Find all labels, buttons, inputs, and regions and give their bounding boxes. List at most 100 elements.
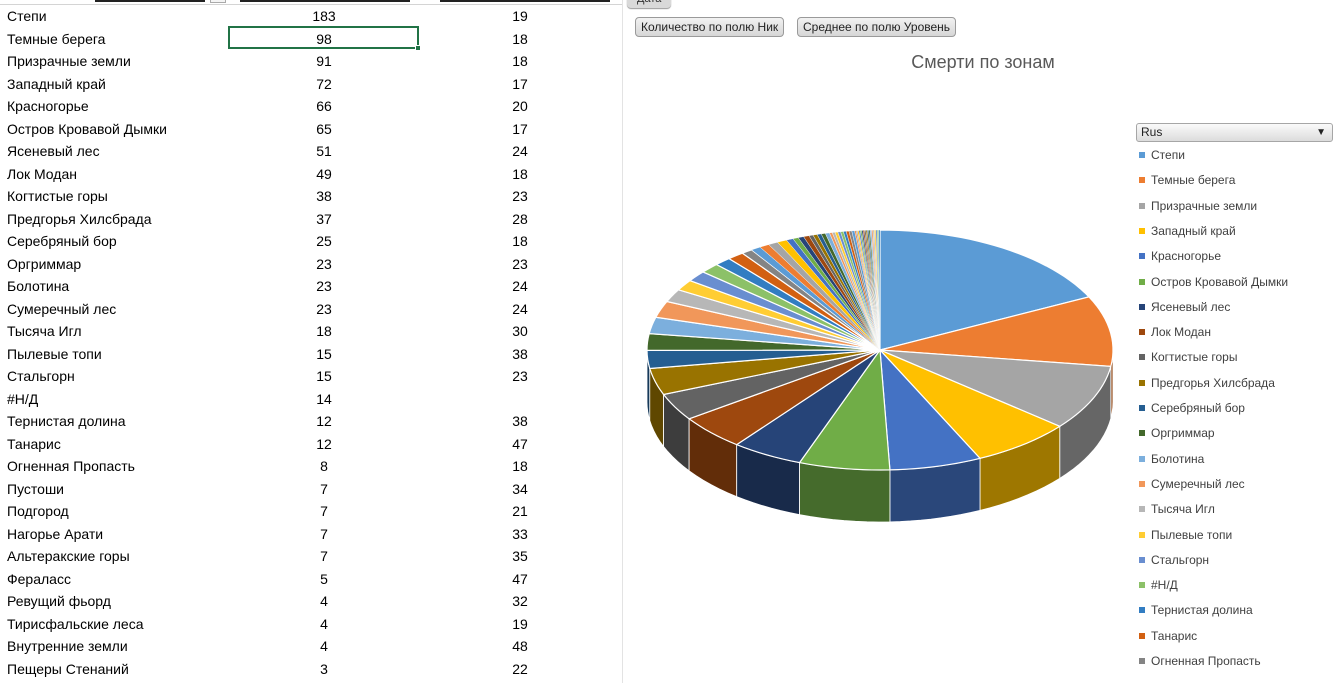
- legend-entry[interactable]: Стальгорн: [1139, 551, 1209, 569]
- zone-name-cell[interactable]: Пылевые топи: [7, 343, 102, 365]
- pivot-chart[interactable]: Дата Количество по полю Ник Среднее по п…: [623, 0, 1335, 683]
- count-cell[interactable]: 3: [230, 658, 418, 680]
- legend-entry[interactable]: Предгорья Хилсбрада: [1139, 374, 1275, 392]
- zone-name-cell[interactable]: Внутренние земли: [7, 635, 128, 657]
- avg-level-cell[interactable]: 47: [425, 433, 615, 455]
- avg-level-cell[interactable]: 19: [425, 5, 615, 27]
- zone-name-cell[interactable]: Пустоши: [7, 478, 64, 500]
- table-row[interactable]: Пылевые топи 15 38: [0, 343, 622, 366]
- avg-level-cell[interactable]: 24: [425, 275, 615, 297]
- table-row[interactable]: Альтеракские горы 7 35: [0, 545, 622, 568]
- avg-level-cell[interactable]: 33: [425, 523, 615, 545]
- avg-level-cell[interactable]: 18: [425, 230, 615, 252]
- count-cell[interactable]: 7: [230, 545, 418, 567]
- table-row[interactable]: Пещеры Стенаний 3 22: [0, 658, 622, 681]
- avg-level-cell[interactable]: 38: [425, 410, 615, 432]
- count-cell[interactable]: 72: [230, 73, 418, 95]
- count-cell[interactable]: 66: [230, 95, 418, 117]
- table-row[interactable]: Танарис 12 47: [0, 433, 622, 456]
- table-row[interactable]: Ясеневый лес 51 24: [0, 140, 622, 163]
- count-cell[interactable]: 7: [230, 500, 418, 522]
- count-cell[interactable]: 98: [230, 28, 418, 50]
- table-row[interactable]: Предгорья Хилсбрада 37 28: [0, 208, 622, 231]
- count-cell[interactable]: 15: [230, 343, 418, 365]
- avg-level-cell[interactable]: 23: [425, 365, 615, 387]
- avg-level-cell[interactable]: 23: [425, 253, 615, 275]
- table-row[interactable]: Болотина 23 24: [0, 275, 622, 298]
- legend-entry[interactable]: Тернистая долина: [1139, 601, 1253, 619]
- table-row[interactable]: Серебряный бор 25 18: [0, 230, 622, 253]
- table-row[interactable]: Ревущий фьорд 4 32: [0, 590, 622, 613]
- avg-level-cell[interactable]: 38: [425, 343, 615, 365]
- avg-level-cell[interactable]: 34: [425, 478, 615, 500]
- zone-name-cell[interactable]: Танарис: [7, 433, 61, 455]
- zone-name-cell[interactable]: Болотина: [7, 275, 69, 297]
- legend-entry[interactable]: #Н/Д: [1139, 576, 1178, 594]
- legend-entry[interactable]: Лок Модан: [1139, 323, 1211, 341]
- zone-name-cell[interactable]: Альтеракские горы: [7, 545, 130, 567]
- avg-level-cell[interactable]: 18: [425, 163, 615, 185]
- avg-level-cell[interactable]: 32: [425, 590, 615, 612]
- table-row[interactable]: Сумеречный лес 23 24: [0, 298, 622, 321]
- table-row[interactable]: Призрачные земли 91 18: [0, 50, 622, 73]
- table-row[interactable]: Остров Кровавой Дымки 65 17: [0, 118, 622, 141]
- count-cell[interactable]: 12: [230, 410, 418, 432]
- table-row[interactable]: Тернистая долина 12 38: [0, 410, 622, 433]
- zone-name-cell[interactable]: Лок Модан: [7, 163, 77, 185]
- legend-entry[interactable]: Болотина: [1139, 450, 1204, 468]
- zone-name-cell[interactable]: Призрачные земли: [7, 50, 131, 72]
- zone-name-cell[interactable]: Стальгорн: [7, 365, 75, 387]
- avg-level-cell[interactable]: 18: [425, 455, 615, 477]
- count-cell[interactable]: 38: [230, 185, 418, 207]
- zone-name-cell[interactable]: Огненная Пропасть: [7, 455, 135, 477]
- table-row[interactable]: Стальгорн 15 23: [0, 365, 622, 388]
- table-row[interactable]: Тысяча Игл 18 30: [0, 320, 622, 343]
- zone-name-cell[interactable]: Фераласс: [7, 568, 71, 590]
- table-row[interactable]: Нагорье Арати 7 33: [0, 523, 622, 546]
- zone-name-cell[interactable]: Ревущий фьорд: [7, 590, 111, 612]
- legend-entry[interactable]: Оргриммар: [1139, 424, 1215, 442]
- avg-level-cell[interactable]: 19: [425, 613, 615, 635]
- legend-entry[interactable]: Призрачные земли: [1139, 197, 1257, 215]
- avg-level-cell[interactable]: 48: [425, 635, 615, 657]
- avg-level-cell[interactable]: 18: [425, 28, 615, 50]
- avg-level-cell[interactable]: 24: [425, 140, 615, 162]
- count-cell[interactable]: 4: [230, 613, 418, 635]
- legend-entry[interactable]: Когтистые горы: [1139, 348, 1237, 366]
- table-row[interactable]: Подгород 7 21: [0, 500, 622, 523]
- zone-name-cell[interactable]: Степи: [7, 5, 47, 27]
- filter-dropdown-button[interactable]: [210, 0, 226, 3]
- count-cell[interactable]: 14: [230, 388, 418, 410]
- legend-entry[interactable]: Серебряный бор: [1139, 399, 1245, 417]
- count-cell[interactable]: 15: [230, 365, 418, 387]
- legend-entry[interactable]: Огненная Пропасть: [1139, 652, 1261, 670]
- zone-name-cell[interactable]: Тирисфальские леса: [7, 613, 144, 635]
- count-cell[interactable]: 51: [230, 140, 418, 162]
- zone-name-cell[interactable]: Темные берега: [7, 28, 105, 50]
- table-row[interactable]: Пустоши 7 34: [0, 478, 622, 501]
- zone-name-cell[interactable]: Нагорье Арати: [7, 523, 103, 545]
- count-cell[interactable]: 25: [230, 230, 418, 252]
- avg-level-cell[interactable]: 23: [425, 185, 615, 207]
- zone-name-cell[interactable]: Тысяча Игл: [7, 320, 82, 342]
- table-row[interactable]: Фераласс 5 47: [0, 568, 622, 591]
- legend-entry[interactable]: Остров Кровавой Дымки: [1139, 273, 1288, 291]
- table-row[interactable]: Тирисфальские леса 4 19: [0, 613, 622, 636]
- table-row[interactable]: Западный край 72 17: [0, 73, 622, 96]
- table-row[interactable]: Внутренние земли 4 48: [0, 635, 622, 658]
- zone-name-cell[interactable]: Тернистая долина: [7, 410, 126, 432]
- count-cell[interactable]: 37: [230, 208, 418, 230]
- count-cell[interactable]: 7: [230, 478, 418, 500]
- table-row[interactable]: Степи 183 19: [0, 5, 622, 28]
- zone-name-cell[interactable]: Сумеречный лес: [7, 298, 116, 320]
- count-cell[interactable]: 7: [230, 523, 418, 545]
- legend-entry[interactable]: Пылевые топи: [1139, 526, 1232, 544]
- avg-level-cell[interactable]: 35: [425, 545, 615, 567]
- table-row[interactable]: Когтистые горы 38 23: [0, 185, 622, 208]
- legend-entry[interactable]: Степи: [1139, 146, 1185, 164]
- count-cell[interactable]: 23: [230, 275, 418, 297]
- table-row[interactable]: Оргриммар 23 23: [0, 253, 622, 276]
- count-cell[interactable]: 8: [230, 455, 418, 477]
- legend-entry[interactable]: Красногорье: [1139, 247, 1221, 265]
- count-cell[interactable]: 91: [230, 50, 418, 72]
